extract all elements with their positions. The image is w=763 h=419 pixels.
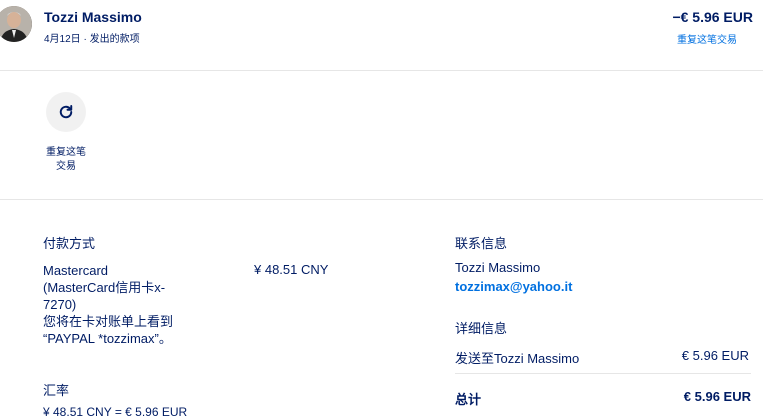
sent-to-label: 发送至Tozzi Massimo bbox=[455, 351, 580, 366]
counterparty-name: Tozzi Massimo bbox=[44, 9, 142, 25]
transaction-header: Tozzi Massimo 4月12日 · 发出的款项 −€ 5.96 EUR … bbox=[0, 0, 763, 71]
total-value: € 5.96 EUR bbox=[683, 389, 751, 404]
contact-email-link[interactable]: tozzimax@yahoo.it bbox=[455, 279, 572, 294]
payment-method-title: 付款方式 bbox=[43, 236, 96, 251]
avatar bbox=[0, 6, 32, 42]
payment-method-details: Mastercard (MasterCard信用卡x- 7270) 您将在卡对账… bbox=[43, 262, 213, 347]
repeat-label-line1: 重复这笔 bbox=[46, 147, 86, 158]
sent-to-value: € 5.96 EUR bbox=[681, 348, 749, 363]
details-title: 详细信息 bbox=[455, 321, 508, 336]
contact-name: Tozzi Massimo bbox=[455, 260, 541, 275]
repeat-transaction-button[interactable] bbox=[46, 92, 86, 132]
section-divider bbox=[0, 199, 763, 200]
exchange-rate-title: 汇率 bbox=[43, 383, 70, 398]
transaction-amount: −€ 5.96 EUR bbox=[672, 9, 753, 25]
payment-method-line: (MasterCard信用卡x- bbox=[43, 280, 166, 295]
payment-method-line: 7270) bbox=[43, 297, 77, 312]
payment-amount: ¥ 48.51 CNY bbox=[254, 262, 329, 277]
payment-method-line: “PAYPAL *tozzimax”。 bbox=[43, 331, 172, 346]
exchange-rate-value: ¥ 48.51 CNY = € 5.96 EUR bbox=[43, 405, 188, 419]
contact-info-title: 联系信息 bbox=[455, 236, 508, 251]
repeat-transaction-link[interactable]: 重复这笔交易 bbox=[677, 31, 737, 46]
payment-method-line: 您将在卡对账单上看到 bbox=[43, 314, 174, 329]
avatar-image bbox=[0, 6, 32, 42]
repeat-transaction-action[interactable]: 重复这笔 交易 bbox=[36, 92, 96, 174]
repeat-label-line2: 交易 bbox=[56, 161, 76, 172]
total-label: 总计 bbox=[455, 392, 482, 407]
transaction-subtitle: 4月12日 · 发出的款项 bbox=[44, 34, 140, 45]
refresh-icon bbox=[59, 105, 73, 119]
payment-method-line: Mastercard bbox=[43, 263, 109, 278]
details-divider bbox=[455, 373, 751, 374]
repeat-transaction-label: 重复这笔 交易 bbox=[36, 146, 96, 174]
